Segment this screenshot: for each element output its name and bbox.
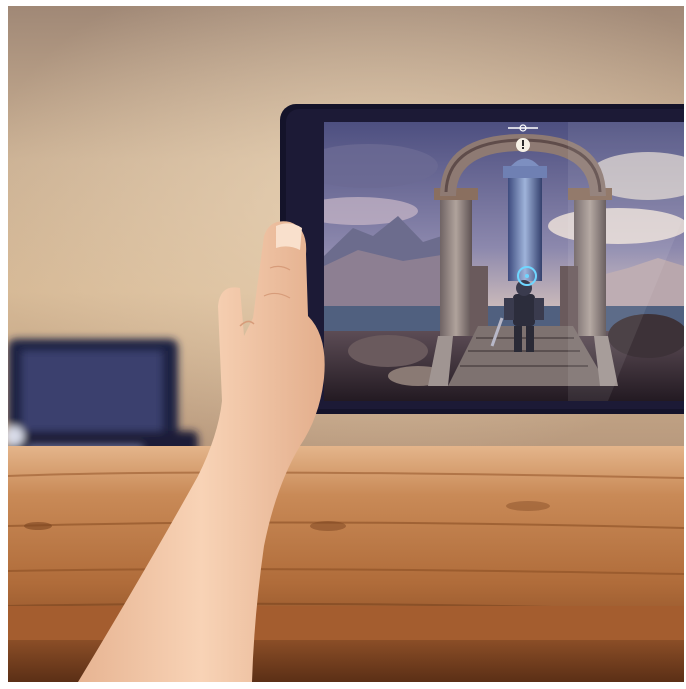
photo-frame <box>8 6 684 682</box>
photo-scene <box>8 6 684 682</box>
game-screen <box>324 122 684 401</box>
exclamation-icon <box>516 138 530 152</box>
tablet <box>280 104 684 414</box>
